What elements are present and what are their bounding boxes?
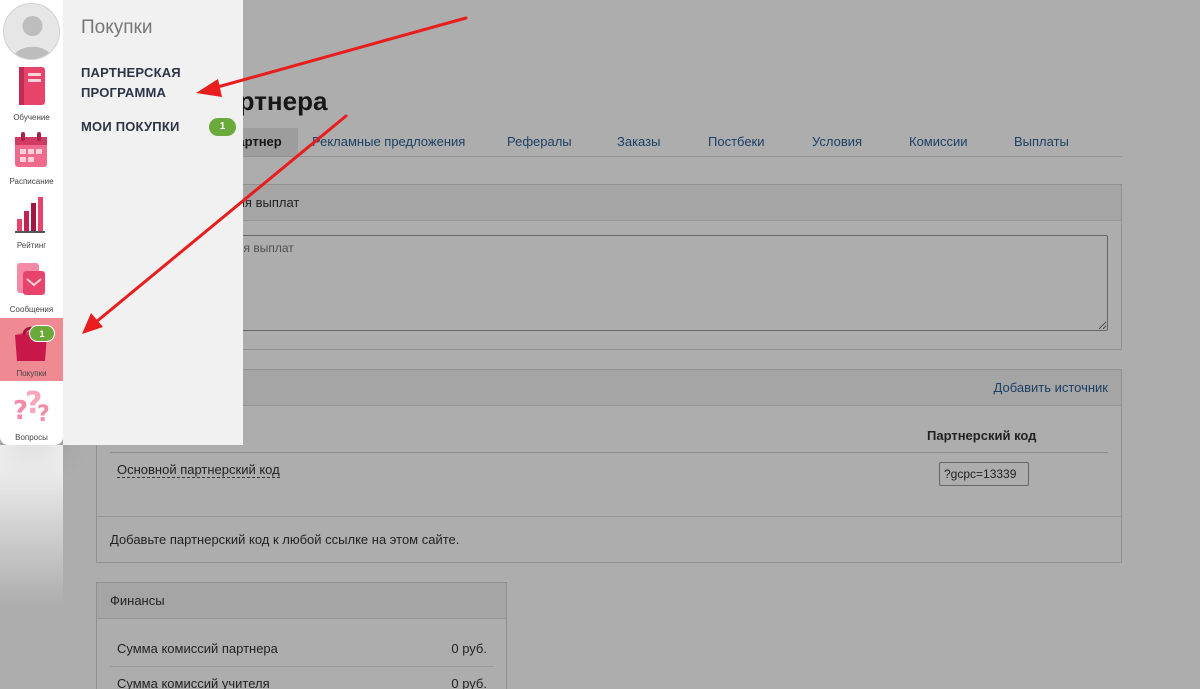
- purchases-count-badge: 1: [29, 325, 55, 342]
- messages-icon: [17, 263, 45, 295]
- sidebar-item-schedule[interactable]: Расписание: [0, 126, 63, 189]
- partner-program-link[interactable]: ПАРТНЕРСКАЯ ПРОГРАММА: [81, 63, 181, 103]
- drawer-title: Покупки: [81, 17, 153, 38]
- calendar-icon: [15, 132, 47, 167]
- user-silhouette-icon: [12, 16, 53, 59]
- rating-chart-icon: [15, 197, 45, 233]
- sidebar-shadow: [0, 445, 63, 605]
- my-purchases-count-badge: 1: [209, 118, 236, 136]
- sidebar-item-purchases[interactable]: 1 Покупки: [0, 318, 63, 381]
- sidebar-item-label: Расписание: [9, 177, 54, 186]
- svg-text:?: ?: [37, 402, 50, 427]
- notebook-icon: [19, 67, 45, 105]
- question-marks-icon: ? ? ?: [13, 386, 50, 427]
- sidebar-item-label: Вопросы: [15, 433, 48, 442]
- sidebar-item-label: Рейтинг: [16, 241, 47, 250]
- link-text: МОИ ПОКУПКИ: [81, 119, 180, 134]
- link-text: ПРОГРАММА: [81, 85, 167, 100]
- avatar[interactable]: [3, 3, 60, 60]
- sidebar-item-label: Сообщения: [9, 305, 54, 314]
- purchases-drawer: Покупки ПАРТНЕРСКАЯ ПРОГРАММА МОИ ПОКУПК…: [63, 0, 243, 445]
- sidebar-item-label: Покупки: [16, 369, 47, 378]
- sidebar-item-rating[interactable]: Рейтинг: [0, 190, 63, 253]
- sidebar-item-messages[interactable]: Сообщения: [0, 254, 63, 317]
- my-purchases-link[interactable]: МОИ ПОКУПКИ: [81, 117, 180, 137]
- sidebar-item-questions[interactable]: ? ? ? Вопросы: [0, 382, 63, 445]
- link-text: ПАРТНЕРСКАЯ: [81, 65, 181, 80]
- sidebar-item-label: Обучение: [13, 113, 50, 122]
- sidebar-item-learning[interactable]: Обучение: [0, 62, 63, 125]
- sidebar: Обучение Расписание Рейтинг Сообщения 1 …: [0, 0, 63, 445]
